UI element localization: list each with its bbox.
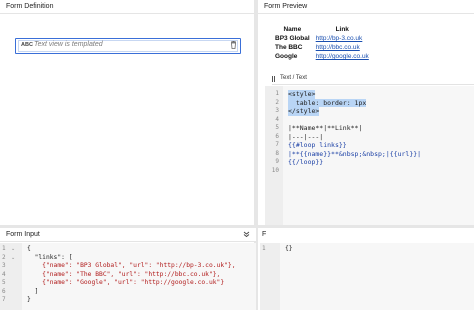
output-json-editor[interactable]: 1{} bbox=[260, 243, 474, 310]
collapse-icon[interactable] bbox=[243, 231, 250, 238]
row-link[interactable]: http://bbc.co.uk bbox=[313, 43, 372, 52]
table-row: The BBC http://bbc.co.uk bbox=[272, 43, 372, 52]
table-row: Google http://google.co.uk bbox=[272, 52, 372, 61]
output-panel-header: F bbox=[262, 231, 267, 238]
column-header-link: Link bbox=[335, 26, 349, 33]
row-name: The BBC bbox=[275, 44, 303, 51]
form-definition-canvas[interactable]: ABC Text view is templated bbox=[0, 15, 254, 227]
form-input-header: Form Input bbox=[0, 228, 256, 242]
form-preview-header: Form Preview bbox=[258, 0, 474, 14]
table-header-row: Name Link bbox=[272, 25, 372, 34]
preview-links-table: Name Link BP3 Global http://bp-3.co.uk T… bbox=[272, 25, 372, 61]
trash-icon[interactable] bbox=[230, 41, 237, 49]
form-definition-header: Form Definition bbox=[0, 0, 256, 14]
row-link[interactable]: http://google.co.uk bbox=[313, 52, 372, 61]
text-view-component[interactable]: ABC Text view is templated bbox=[15, 38, 241, 54]
text-type-badge: ABC bbox=[21, 42, 33, 48]
template-code-editor[interactable]: 1 <style> 2 table: border: 1px 3 </style> … bbox=[265, 86, 474, 226]
row-name: Google bbox=[275, 53, 298, 60]
drag-handle-icon[interactable] bbox=[272, 76, 275, 82]
fold-toggle-icon[interactable]: ⌄ bbox=[11, 254, 15, 263]
editor-title-bar: Text / Text bbox=[272, 73, 474, 85]
row-name: BP3 Global bbox=[275, 35, 310, 42]
text-view-placeholder: Text view is templated bbox=[34, 41, 103, 48]
column-header-name: Name bbox=[283, 26, 302, 33]
fold-toggle-icon[interactable]: ⌄ bbox=[11, 245, 15, 254]
form-input-title: Form Input bbox=[6, 231, 40, 238]
form-input-json-editor[interactable]: 1 ⌄{ 2 ⌄ "links": [ 3 {"name": "BP3 Global… bbox=[0, 243, 256, 310]
row-link[interactable]: http://bp-3.co.uk bbox=[313, 34, 372, 43]
table-row: BP3 Global http://bp-3.co.uk bbox=[272, 34, 372, 43]
editor-title: Text / Text bbox=[280, 75, 307, 81]
